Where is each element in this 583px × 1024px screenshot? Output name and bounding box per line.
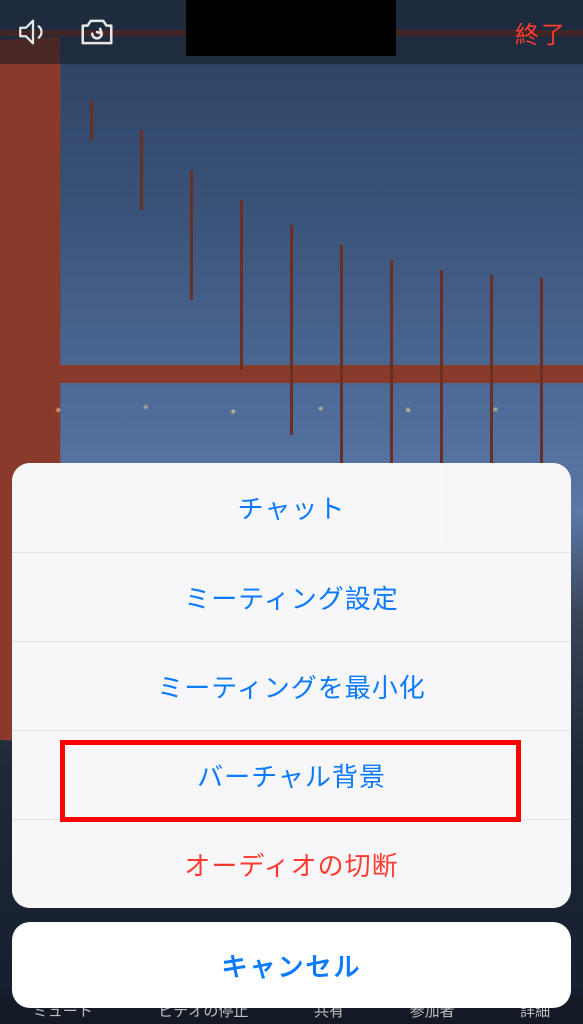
sheet-item-label: バーチャル背景: [197, 757, 386, 794]
cancel-button[interactable]: キャンセル: [12, 922, 571, 1008]
meeting-topbar: 終了: [0, 0, 583, 64]
sheet-item-minimize-meeting[interactable]: ミーティングを最小化: [12, 641, 571, 730]
sheet-item-meeting-settings[interactable]: ミーティング設定: [12, 552, 571, 641]
sheet-item-label: ミーティングを最小化: [157, 668, 425, 705]
cancel-button-label: キャンセル: [221, 947, 361, 984]
sheet-item-chat[interactable]: チャット: [12, 463, 571, 552]
action-sheet: チャット ミーティング設定 ミーティングを最小化 バーチャル背景 オーディオの切…: [12, 463, 571, 908]
speaker-icon[interactable]: [16, 15, 50, 49]
sheet-item-label: オーディオの切断: [184, 846, 398, 883]
meeting-title-area: [186, 0, 396, 56]
switch-camera-icon[interactable]: [78, 15, 116, 49]
sheet-item-disconnect-audio[interactable]: オーディオの切断: [12, 819, 571, 908]
sheet-item-label: ミーティング設定: [184, 579, 398, 616]
sheet-item-label: チャット: [238, 489, 346, 526]
action-sheet-container: チャット ミーティング設定 ミーティングを最小化 バーチャル背景 オーディオの切…: [12, 463, 571, 1008]
end-meeting-button[interactable]: 終了: [515, 15, 567, 50]
sheet-item-virtual-background[interactable]: バーチャル背景: [12, 730, 571, 819]
